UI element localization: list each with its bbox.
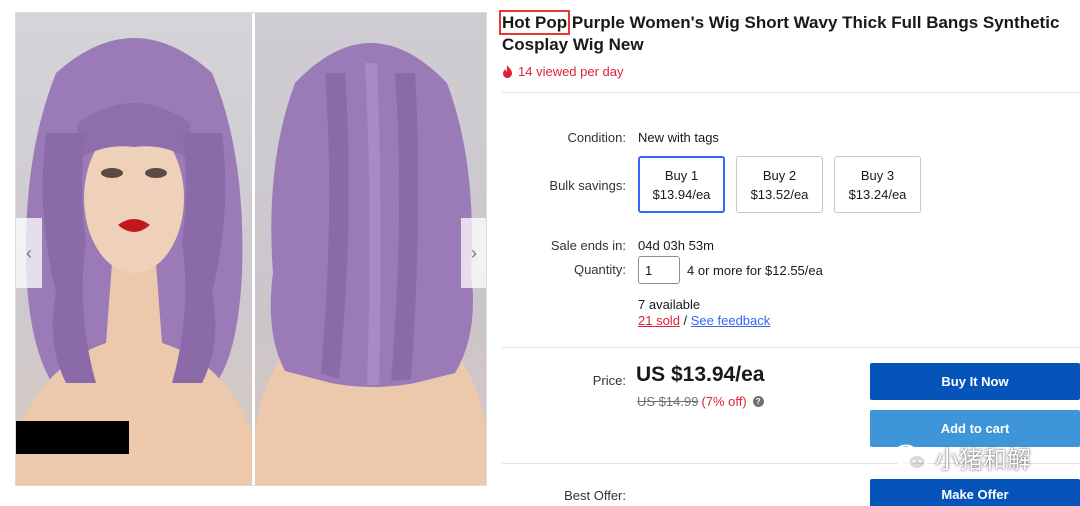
- discount-percent: (7% off): [701, 394, 747, 409]
- sale-ends-label: Sale ends in:: [550, 238, 626, 253]
- see-feedback-link[interactable]: See feedback: [691, 313, 771, 328]
- sold-link[interactable]: 21 sold: [638, 313, 680, 328]
- make-offer-button[interactable]: Make Offer: [870, 479, 1080, 506]
- watermark: 小猪和解: [893, 440, 1031, 475]
- bulk-option-qty: Buy 3: [860, 168, 895, 183]
- product-photo-back[interactable]: ›: [255, 13, 486, 485]
- product-photo-front[interactable]: ‹: [16, 13, 252, 485]
- separator: /: [679, 313, 691, 328]
- wig-back-illustration: [255, 43, 486, 485]
- bulk-option-qty: Buy 2: [762, 168, 797, 183]
- brand-highlight: Hot Pop: [498, 10, 571, 35]
- wig-front-illustration: [16, 38, 252, 485]
- bulk-option-qty: Buy 1: [664, 168, 699, 183]
- view-count-text: 14 viewed per day: [518, 64, 624, 79]
- available-count: 7 available: [638, 297, 701, 312]
- condition-label: Condition:: [567, 130, 626, 145]
- quantity-discount-text: 4 or more for $12.55/ea: [687, 263, 823, 278]
- chevron-right-icon: ›: [471, 242, 477, 263]
- image-gallery: ‹ ›: [15, 12, 487, 486]
- bulk-option-buy-1[interactable]: Buy 1 $13.94/ea: [638, 156, 725, 213]
- quantity-label: Quantity:: [573, 262, 626, 277]
- quantity-input[interactable]: [638, 256, 680, 284]
- condition-value: New with tags: [638, 130, 719, 145]
- was-price-row: US $14.99 (7% off) ?: [637, 394, 764, 409]
- gallery-next-button[interactable]: ›: [461, 218, 486, 288]
- bulk-savings-label: Bulk savings:: [549, 178, 626, 193]
- listing-title: Hot Pop Purple Women's Wig Short Wavy Th…: [498, 10, 1077, 56]
- chevron-left-icon: ‹: [26, 242, 32, 263]
- bulk-option-buy-3[interactable]: Buy 3 $13.24/ea: [834, 156, 921, 213]
- price-value: US $13.94/ea: [636, 363, 765, 386]
- price-label: Price:: [592, 373, 626, 388]
- best-offer-label: Best Offer:: [564, 488, 626, 503]
- bulk-option-price: $13.52/ea: [750, 187, 809, 202]
- title-text: Purple Women's Wig Short Wavy Thick Full…: [502, 13, 1060, 54]
- buy-it-now-button[interactable]: Buy It Now: [870, 363, 1080, 400]
- gallery-prev-button[interactable]: ‹: [16, 218, 42, 288]
- was-price: US $14.99: [637, 394, 699, 409]
- bulk-option-price: $13.24/ea: [848, 187, 907, 202]
- divider: [502, 347, 1080, 348]
- bulk-option-buy-2[interactable]: Buy 2 $13.52/ea: [736, 156, 823, 213]
- sale-ends-value: 04d 03h 53m: [638, 238, 714, 253]
- help-icon[interactable]: ?: [752, 396, 764, 407]
- wechat-icon: [893, 444, 927, 470]
- divider: [502, 92, 1080, 93]
- bulk-option-price: $13.94/ea: [652, 187, 711, 202]
- watermark-text: 小猪和解: [935, 447, 1031, 474]
- sold-feedback-row: 21 sold / See feedback: [638, 313, 770, 328]
- fire-icon: [503, 65, 512, 78]
- redaction-block: [16, 421, 129, 454]
- view-count: 14 viewed per day: [502, 64, 624, 79]
